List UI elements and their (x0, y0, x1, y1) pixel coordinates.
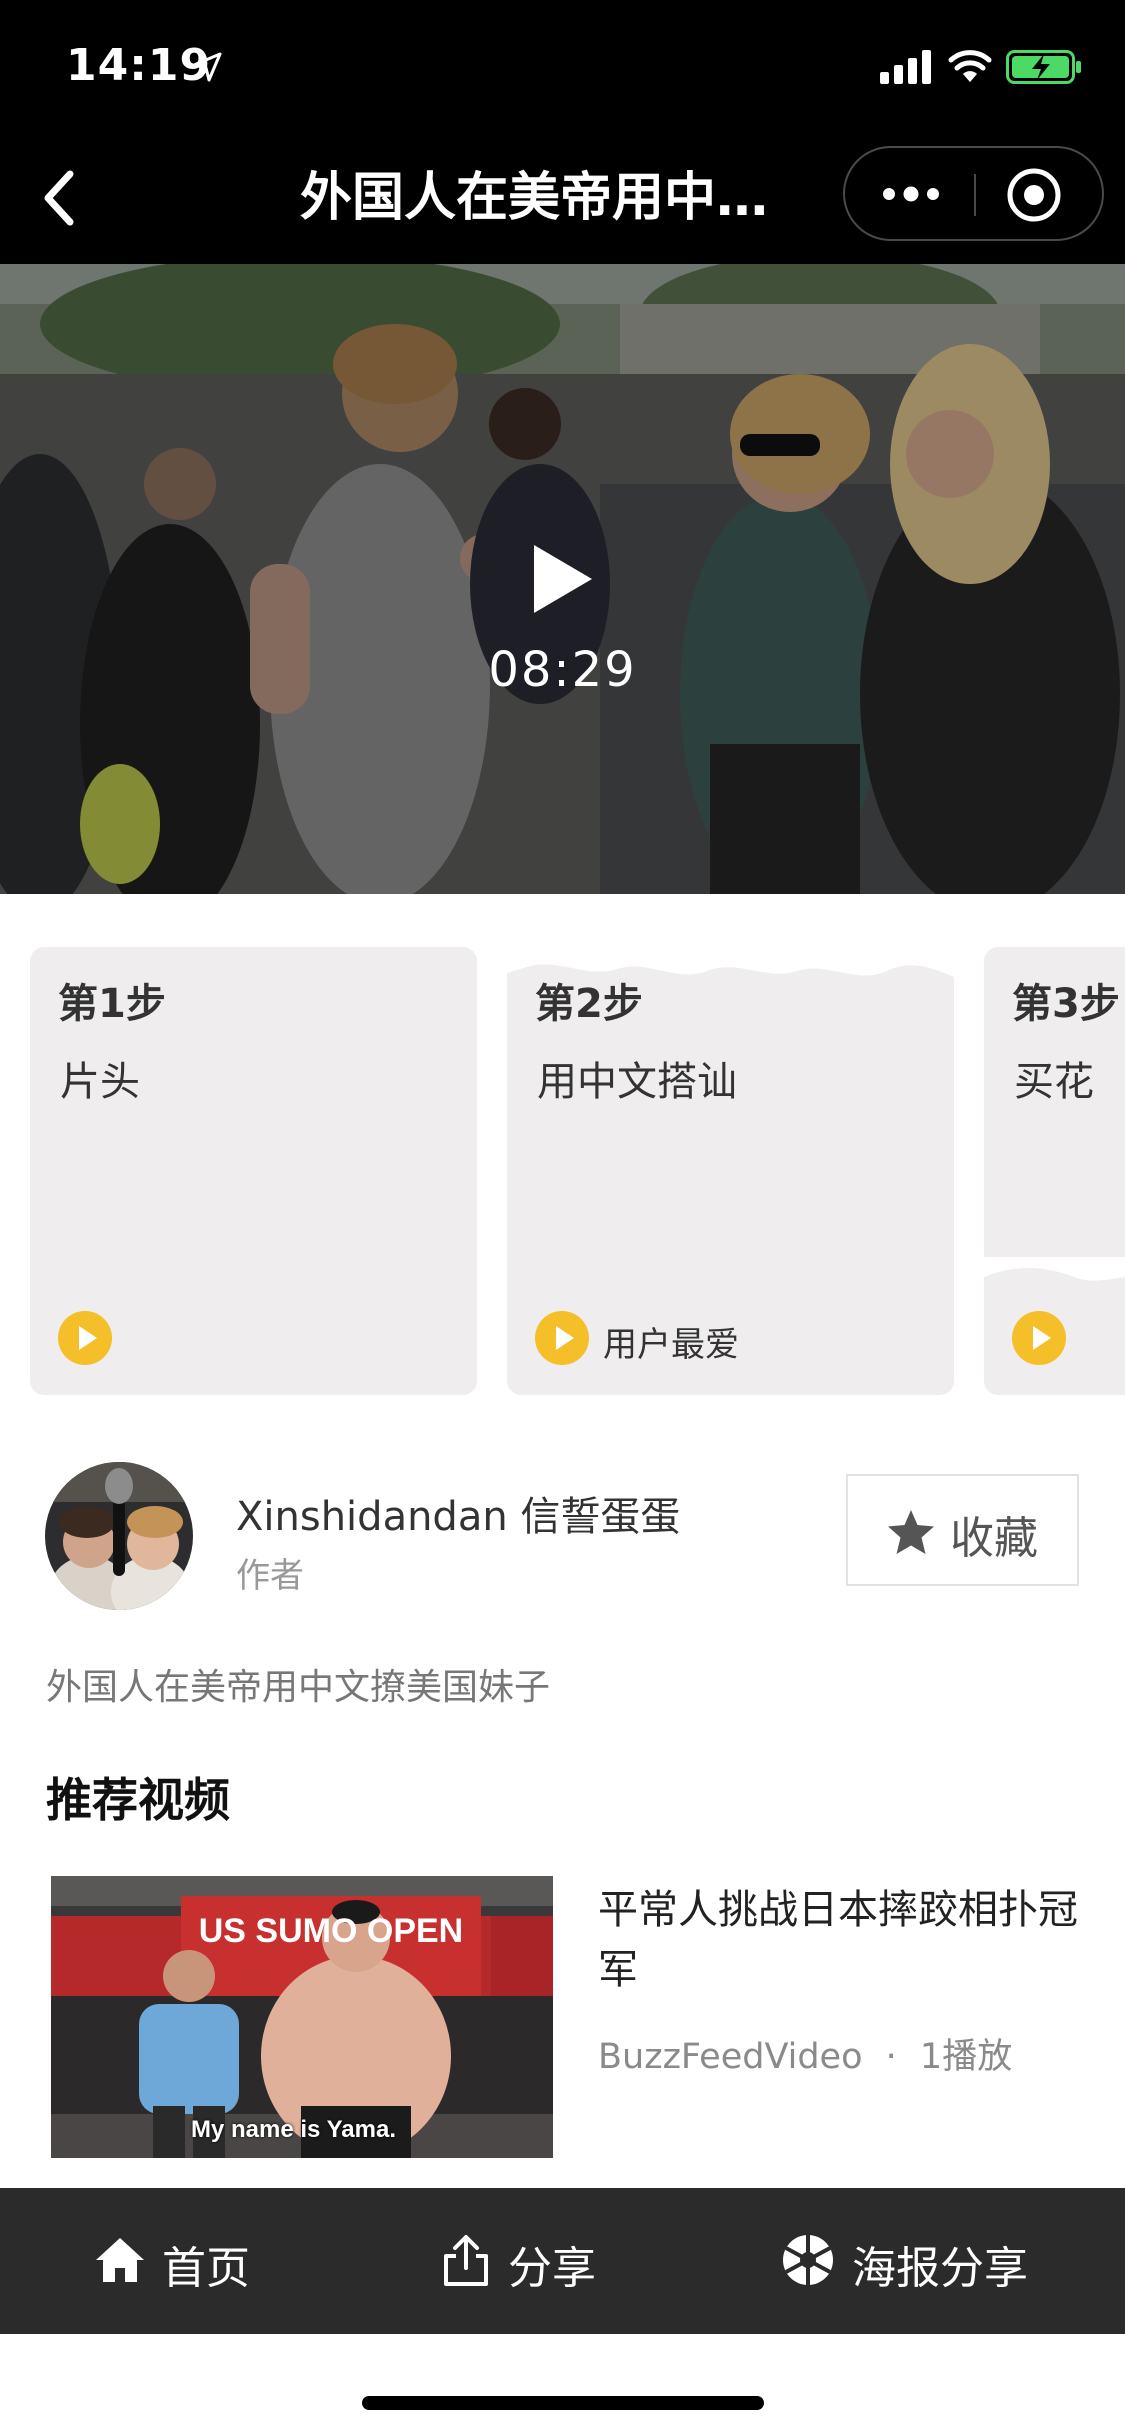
step-card-2[interactable]: 第2步 用中文搭讪 用户最爱 (507, 947, 954, 1395)
cellular-signal-icon (880, 50, 931, 84)
play-circle-icon (535, 1311, 589, 1365)
play-icon[interactable] (520, 539, 600, 619)
play-circle-icon (58, 1311, 112, 1365)
step-name: 用中文搭讪 (537, 1059, 737, 1105)
location-arrow-icon (192, 52, 222, 82)
step-tag: 用户最爱 (603, 1325, 739, 1365)
author-role: 作者 (236, 1556, 304, 1596)
recommended-thumbnail[interactable]: US SUMO OPEN My name is Yama. (51, 1876, 553, 2158)
favorite-button[interactable]: 收藏 (846, 1474, 1079, 1586)
thumbnail-caption: My name is Yama. (191, 2116, 397, 2143)
back-icon[interactable] (22, 158, 102, 238)
wifi-icon (948, 50, 992, 82)
recommended-title[interactable]: 平常人挑战日本摔跤相扑冠军 (598, 1880, 1078, 2000)
nav-bar: 外国人在美帝用中… (0, 132, 1125, 264)
tab-bar: 首页 分享 海报分享 (0, 2188, 1125, 2334)
meta-separator: · (885, 2037, 897, 2077)
more-icon[interactable] (871, 170, 951, 218)
step-name: 买花 (1014, 1059, 1094, 1105)
recommended-plays: 1播放 (919, 2037, 1013, 2077)
battery-charging-icon (1006, 50, 1081, 84)
step-card-1[interactable]: 第1步 片头 (30, 947, 477, 1395)
thumbnail-banner-text: US SUMO OPEN (198, 1912, 464, 1950)
video-duration: 08:29 (488, 642, 637, 698)
video-player[interactable]: 08:29 (0, 264, 1125, 894)
tab-poster-label: 海报分享 (852, 2243, 1028, 2294)
recommended-channel: BuzzFeedVideo (598, 2037, 863, 2077)
favorite-label: 收藏 (950, 1513, 1038, 1564)
wave-decoration (984, 1257, 1125, 1281)
recommended-heading: 推荐视频 (46, 1773, 230, 1827)
capsule-divider (974, 174, 976, 216)
status-bar: 14:19 (0, 0, 1125, 132)
step-number: 第2步 (535, 981, 643, 1027)
step-card-3[interactable]: 第3步 买花 (984, 947, 1125, 1395)
step-number: 第1步 (58, 981, 166, 1027)
home-icon (96, 2238, 144, 2282)
step-list: 第1步 片头 第2步 用中文搭讪 用户最爱 第3步 买花 (0, 947, 1125, 1395)
author-name[interactable]: Xinshidandan 信誓蛋蛋 (236, 1484, 680, 1542)
tab-poster-share[interactable]: 海报分享 (780, 2188, 1050, 2334)
tab-home[interactable]: 首页 (92, 2188, 272, 2334)
play-circle-icon (1012, 1311, 1066, 1365)
home-indicator[interactable] (362, 2396, 764, 2410)
star-icon (888, 1510, 934, 1554)
close-target-icon[interactable] (1005, 166, 1063, 224)
mini-program-capsule (843, 146, 1104, 241)
step-name: 片头 (60, 1059, 140, 1105)
page-title: 外国人在美帝用中… (300, 168, 769, 228)
aperture-icon (783, 2235, 833, 2285)
author-avatar[interactable] (45, 1462, 193, 1610)
tab-share-label: 分享 (508, 2243, 596, 2294)
recommended-meta: BuzzFeedVideo · 1播放 (598, 2028, 1012, 2079)
tab-home-label: 首页 (162, 2243, 250, 2294)
step-number: 第3步 (1012, 981, 1120, 1027)
tab-share[interactable]: 分享 (438, 2188, 618, 2334)
share-icon (444, 2235, 488, 2286)
video-description: 外国人在美帝用中文撩美国妹子 (46, 1667, 551, 1708)
